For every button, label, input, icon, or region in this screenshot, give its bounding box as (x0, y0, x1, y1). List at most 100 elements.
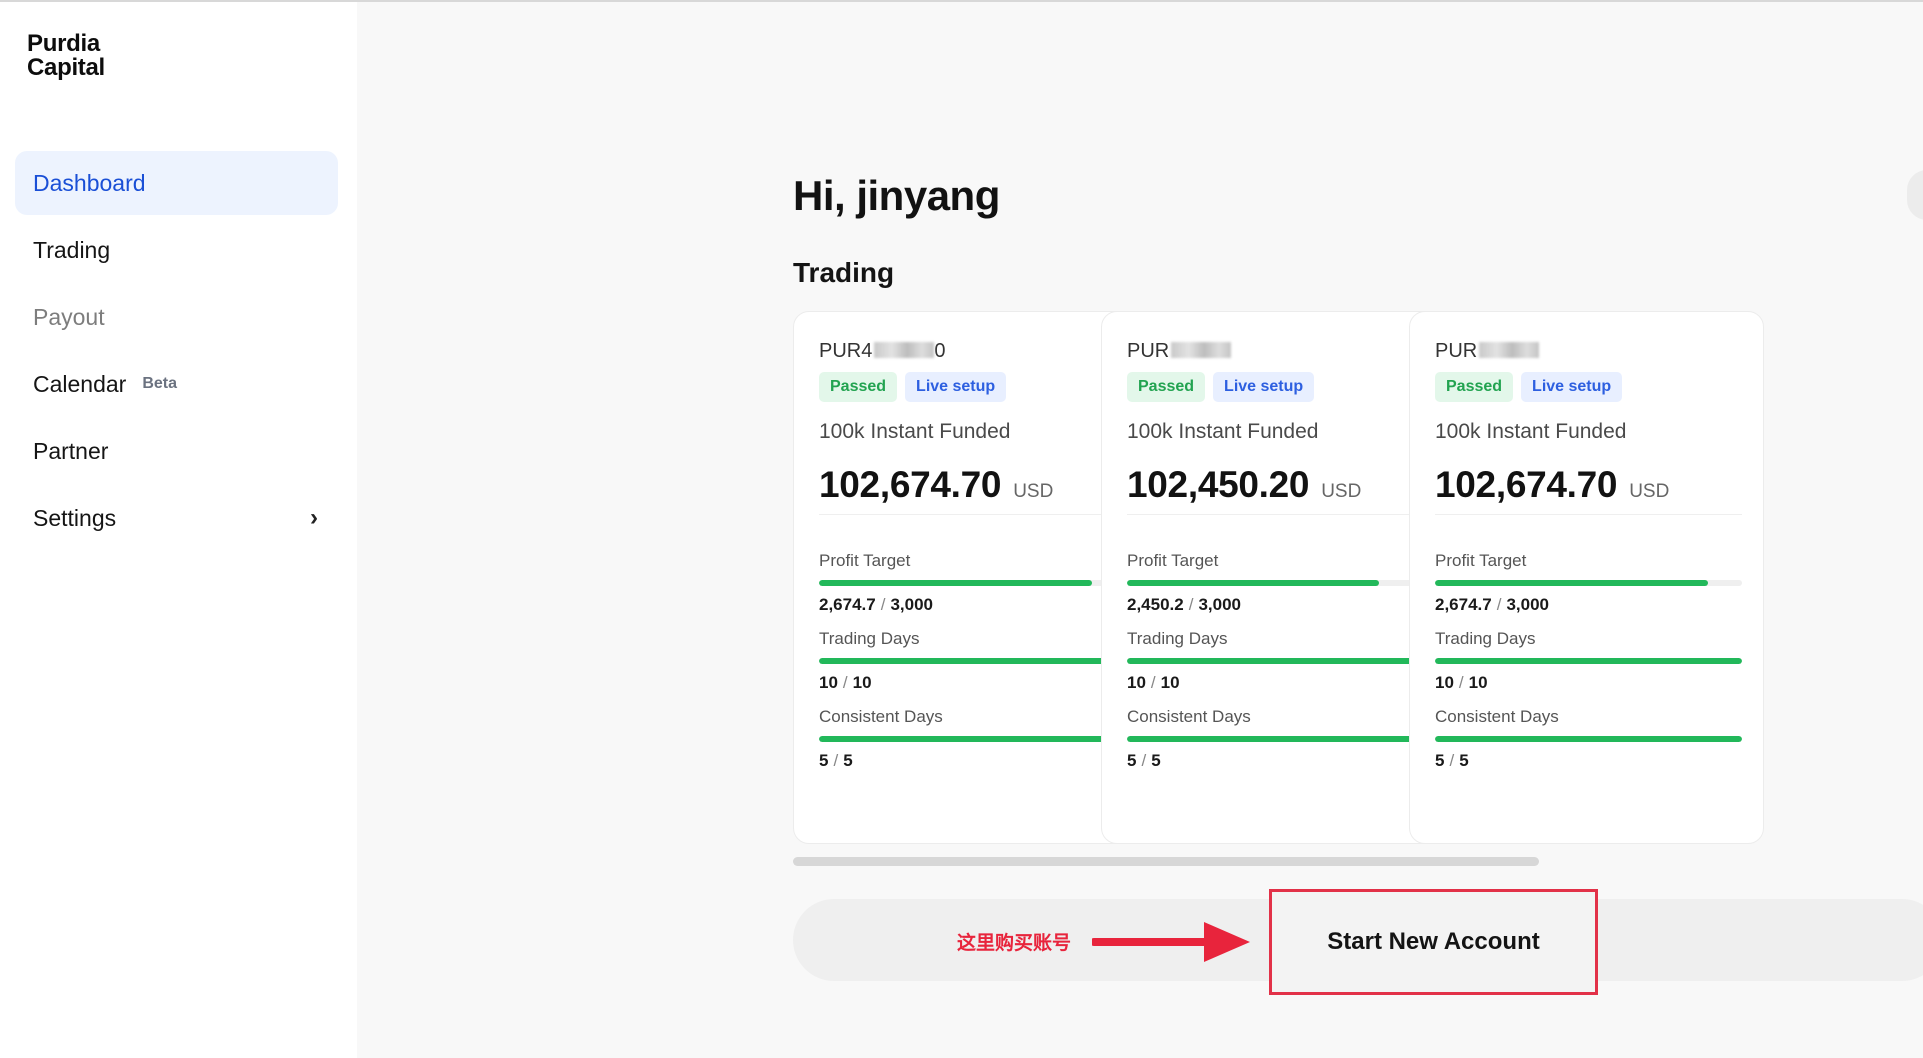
metric-target: 5 (1459, 751, 1469, 770)
status-badge-passed: Passed (1127, 372, 1206, 402)
sidebar-item-settings[interactable]: Settings › (15, 486, 338, 550)
account-balance: 102,450.20 USD (1127, 464, 1361, 506)
sidebar: Purdia Capital Dashboard Trading Payout … (0, 2, 357, 1058)
progress-fill (1127, 658, 1434, 664)
account-card[interactable]: PUR4 0 Passed Live setup 100k Instant Funded… (793, 311, 1148, 844)
sidebar-item-label: Partner (33, 437, 109, 464)
sidebar-item-label: Payout (33, 303, 105, 330)
metric-value: 10/10 (1127, 673, 1434, 693)
metric-trading-days: Trading Days 10/10 (819, 629, 1126, 693)
account-plan: 100k Instant Funded (1435, 420, 1627, 443)
metric-label: Profit Target (819, 551, 911, 570)
metric-consistent-days: Consistent Days 5/5 (1127, 707, 1434, 771)
metric-label: Consistent Days (1127, 707, 1251, 726)
account-id-prefix: PUR (1127, 340, 1170, 362)
metric-current: 10 (1127, 673, 1146, 692)
balance-amount: 102,450.20 (1127, 464, 1310, 505)
brand-line-1: Purdia (27, 30, 100, 57)
status-badge-live-setup: Live setup (905, 372, 1007, 402)
account-card[interactable]: PUR Passed Live setup 100k Instant Funded 10… (1101, 311, 1456, 844)
metric-profit-target: Profit Target 2,674.7/3,000 (819, 551, 1126, 615)
metric-separator: / (1188, 595, 1194, 614)
metric-value: 5/5 (819, 751, 1126, 771)
metric-value: 10/10 (1435, 673, 1742, 693)
metric-value: 2,674.7/3,000 (1435, 595, 1742, 615)
metric-consistent-days: Consistent Days 5/5 (1435, 707, 1742, 771)
account-id-suffix: 0 (934, 340, 946, 362)
balance-currency: USD (1629, 481, 1670, 502)
metric-target: 3,000 (1198, 595, 1242, 614)
metric-label: Consistent Days (819, 707, 943, 726)
main-content: Hi, jinyang Trading PUR4 0 Passed Live setu… (357, 2, 1923, 1058)
metric-target: 10 (1468, 673, 1488, 692)
status-tags: Passed Live setup (819, 372, 1007, 402)
balance-amount: 102,674.70 (819, 464, 1002, 505)
sidebar-item-calendar[interactable]: Calendar Beta (15, 352, 338, 416)
account-id: PUR4 0 (819, 340, 945, 363)
metric-label: Trading Days (1435, 629, 1536, 648)
profile-pill[interactable] (1907, 170, 1923, 220)
progress-fill (1435, 658, 1742, 664)
metric-profit-target: Profit Target 2,674.7/3,000 (1435, 551, 1742, 615)
metric-label: Profit Target (1127, 551, 1219, 570)
progress-fill (1127, 736, 1434, 742)
metric-target: 10 (852, 673, 872, 692)
sidebar-item-payout[interactable]: Payout (15, 285, 338, 349)
metric-separator: / (1449, 751, 1455, 770)
metric-label: Trading Days (819, 629, 920, 648)
sidebar-item-dashboard[interactable]: Dashboard (15, 151, 338, 215)
metric-value: 2,450.2/3,000 (1127, 595, 1434, 615)
metric-trading-days: Trading Days 10/10 (1127, 629, 1434, 693)
progress-bar (1435, 736, 1742, 742)
annotation-arrow-icon (1092, 922, 1250, 962)
brand-logo[interactable]: Purdia Capital (27, 32, 105, 80)
sidebar-nav: Dashboard Trading Payout Calendar Beta P… (15, 151, 338, 553)
progress-fill (1435, 580, 1709, 586)
metric-current: 2,674.7 (819, 595, 876, 614)
progress-bar (1127, 658, 1434, 664)
account-id: PUR (1127, 340, 1232, 363)
metric-target: 5 (843, 751, 853, 770)
metric-separator: / (1141, 751, 1147, 770)
metric-value: 10/10 (819, 673, 1126, 693)
metric-target: 10 (1160, 673, 1180, 692)
metric-separator: / (833, 751, 839, 770)
sidebar-item-label: Settings (33, 504, 117, 531)
metric-current: 5 (819, 751, 829, 770)
balance-amount: 102,674.70 (1435, 464, 1618, 505)
account-balance: 102,674.70 USD (1435, 464, 1669, 506)
start-new-account-button[interactable]: Start New Account (1269, 889, 1598, 995)
metric-target: 3,000 (1506, 595, 1550, 614)
progress-bar (1435, 580, 1742, 586)
account-card[interactable]: PUR Passed Live setup 100k Instant Funded 10… (1409, 311, 1764, 844)
metric-current: 10 (819, 673, 838, 692)
metric-current: 5 (1435, 751, 1445, 770)
status-tags: Passed Live setup (1127, 372, 1315, 402)
metric-target: 5 (1151, 751, 1161, 770)
status-badge-live-setup: Live setup (1213, 372, 1315, 402)
metric-profit-target: Profit Target 2,450.2/3,000 (1127, 551, 1434, 615)
progress-bar (1435, 658, 1742, 664)
metric-current: 10 (1435, 673, 1454, 692)
chevron-right-icon: › (310, 504, 318, 531)
sidebar-item-label: Dashboard (33, 169, 146, 196)
metric-separator: / (1150, 673, 1156, 692)
beta-badge: Beta (142, 375, 178, 392)
account-id-prefix: PUR4 (819, 340, 873, 362)
brand-line-2: Capital (27, 54, 105, 81)
annotation-text: 这里购买账号 (957, 932, 1072, 954)
progress-fill (1127, 580, 1379, 586)
sidebar-item-trading[interactable]: Trading (15, 218, 338, 282)
sidebar-item-partner[interactable]: Partner (15, 419, 338, 483)
sidebar-item-label: Trading (33, 236, 111, 263)
status-badge-passed: Passed (819, 372, 898, 402)
section-title-trading: Trading (793, 257, 895, 288)
metric-current: 2,674.7 (1435, 595, 1492, 614)
sidebar-item-label: Calendar (33, 370, 127, 397)
status-badge-passed: Passed (1435, 372, 1514, 402)
progress-bar (819, 736, 1126, 742)
metric-value: 5/5 (1435, 751, 1742, 771)
card-divider (1127, 514, 1434, 515)
horizontal-scrollbar[interactable] (793, 857, 1539, 866)
account-id-prefix: PUR (1435, 340, 1478, 362)
